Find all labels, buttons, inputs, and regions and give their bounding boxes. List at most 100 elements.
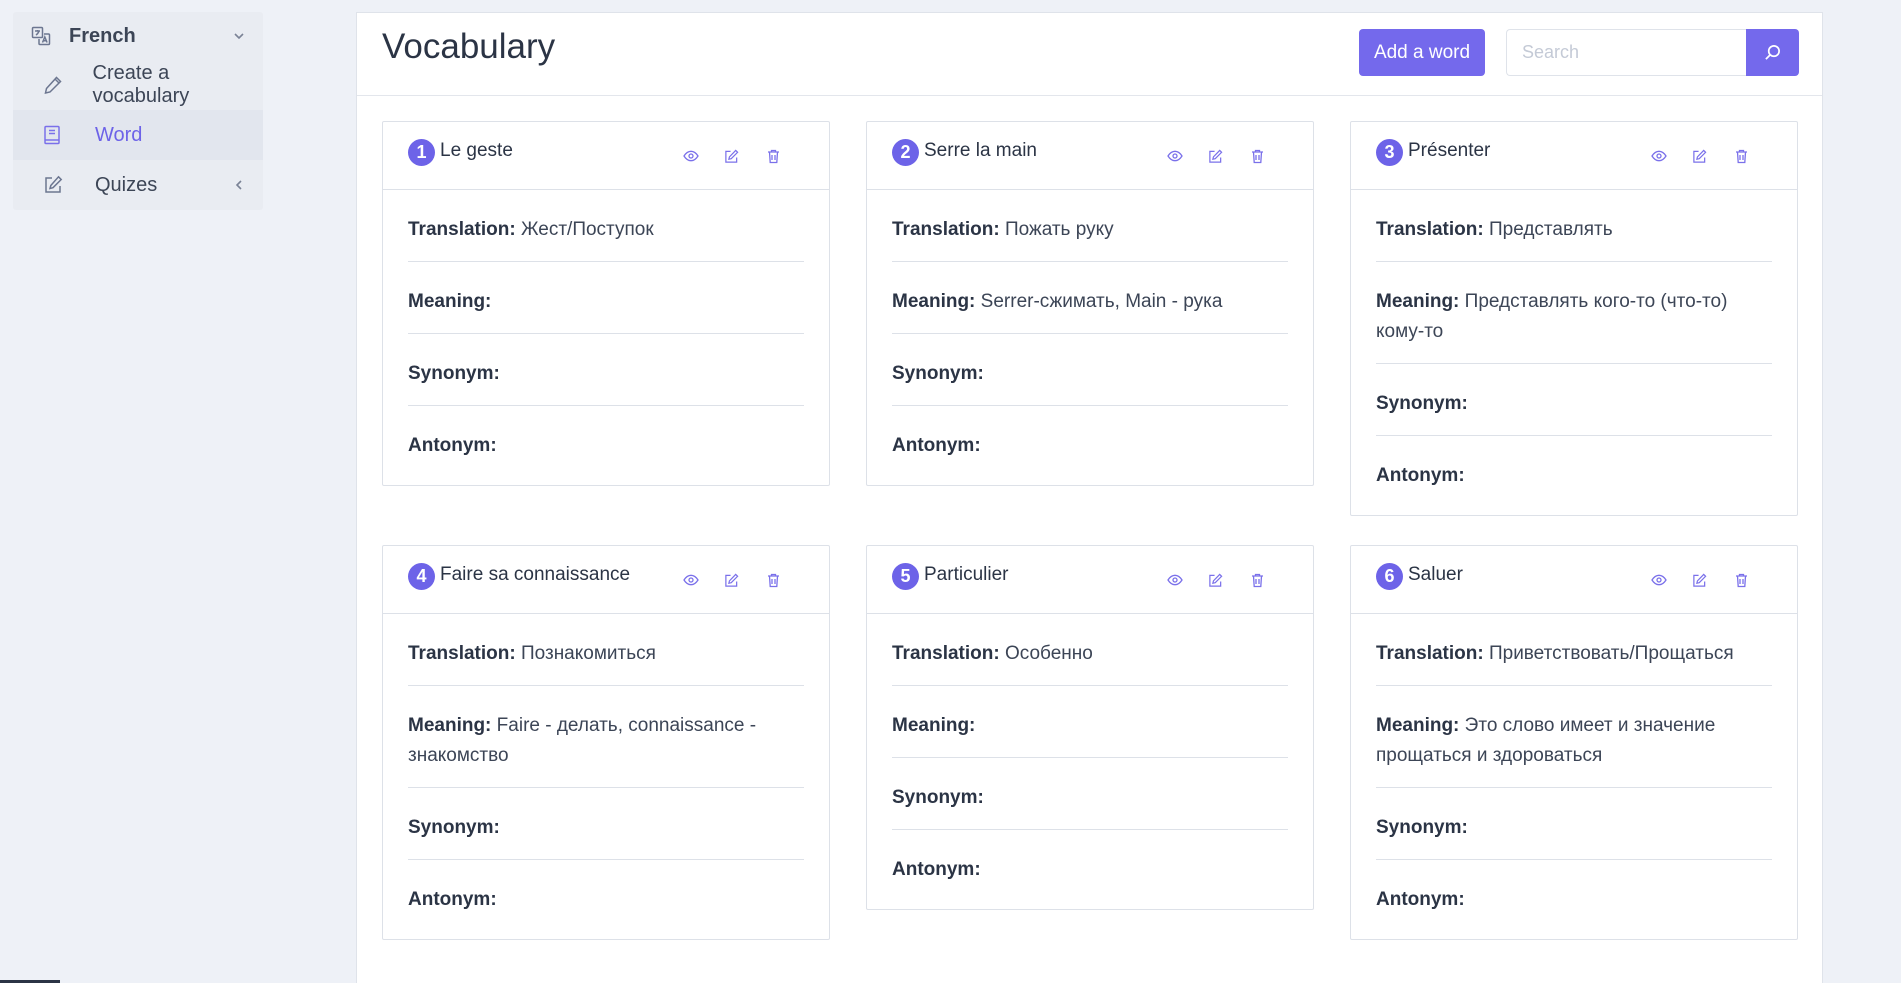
search-icon: [1764, 44, 1781, 61]
meaning-field: Meaning: Serrer-сжимать, Main - рука: [892, 262, 1288, 334]
sidebar-item-create-vocabulary[interactable]: Create a vocabulary: [13, 60, 263, 110]
word-card: 1 Le geste Translation: Жест/Поступок Me…: [382, 121, 830, 486]
chevron-left-icon: [233, 179, 245, 191]
sidebar-item-quizes[interactable]: Quizes: [13, 160, 263, 210]
edit-icon[interactable]: [1194, 570, 1236, 590]
translation-value: Приветствовать/Прощаться: [1488, 643, 1734, 664]
field-label: Synonym:: [892, 363, 984, 384]
antonym-field: Antonym:: [408, 860, 804, 939]
synonym-field: Synonym:: [892, 334, 1288, 406]
sidebar-language-french[interactable]: French: [13, 12, 263, 60]
field-label: Antonym:: [408, 435, 497, 456]
field-label: Synonym:: [408, 817, 500, 838]
search-input[interactable]: [1506, 29, 1747, 76]
trash-icon[interactable]: [1236, 146, 1278, 166]
word-card: 5 Particulier Translation: Особенно Mean…: [866, 545, 1314, 910]
field-label: Translation:: [408, 219, 516, 240]
word-number-badge: 4: [408, 563, 435, 590]
synonym-field: Synonym:: [408, 334, 804, 406]
card-actions: [1640, 570, 1762, 590]
edit-icon[interactable]: [1194, 146, 1236, 166]
card-actions: [1156, 146, 1278, 166]
translation-field: Translation: Представлять: [1376, 190, 1772, 262]
field-label: Meaning:: [408, 715, 492, 736]
word-card-body: Translation: Жест/Поступок Meaning: Syno…: [383, 190, 829, 485]
field-label: Antonym:: [1376, 465, 1465, 486]
card-actions: [672, 146, 794, 166]
translate-icon: [31, 26, 69, 46]
synonym-field: Synonym:: [408, 788, 804, 860]
eye-icon[interactable]: [672, 146, 710, 166]
translation-value: Познакомиться: [520, 643, 656, 664]
word-title: Faire sa connaissance: [440, 564, 631, 585]
translation-field: Translation: Пожать руку: [892, 190, 1288, 262]
field-label: Translation:: [1376, 219, 1484, 240]
synonym-field: Synonym:: [1376, 788, 1772, 860]
word-card-header: 6 Saluer: [1351, 546, 1797, 614]
antonym-field: Antonym:: [892, 406, 1288, 485]
edit-icon[interactable]: [710, 146, 752, 166]
eye-icon[interactable]: [1640, 570, 1678, 590]
word-card: 2 Serre la main Translation: Пожать руку…: [866, 121, 1314, 486]
eye-icon[interactable]: [1156, 570, 1194, 590]
card-actions: [1640, 146, 1762, 166]
field-label: Meaning:: [1376, 715, 1460, 736]
page-title: Vocabulary: [382, 27, 556, 66]
antonym-field: Antonym:: [408, 406, 804, 485]
eye-icon[interactable]: [672, 570, 710, 590]
sidebar: French Create a vocabulary Word Quizes: [13, 12, 263, 210]
word-card: 6 Saluer Translation: Приветствовать/Про…: [1350, 545, 1798, 940]
word-card-body: Translation: Познакомиться Meaning: Fair…: [383, 614, 829, 939]
trash-icon[interactable]: [752, 146, 794, 166]
field-label: Antonym:: [1376, 889, 1465, 910]
word-title: Présenter: [1408, 140, 1491, 161]
sidebar-item-word[interactable]: Word: [13, 110, 263, 160]
sidebar-language-label: French: [69, 24, 136, 47]
word-card-body: Translation: Пожать руку Meaning: Serrer…: [867, 190, 1313, 485]
word-card-header: 3 Présenter: [1351, 122, 1797, 190]
chevron-down-icon: [233, 30, 245, 42]
pencil-icon: [43, 75, 93, 95]
meaning-field: Meaning:: [892, 686, 1288, 758]
translation-field: Translation: Познакомиться: [408, 614, 804, 686]
edit-icon[interactable]: [1678, 570, 1720, 590]
synonym-field: Synonym:: [1376, 364, 1772, 436]
word-card-header: 5 Particulier: [867, 546, 1313, 614]
field-label: Meaning:: [892, 291, 976, 312]
word-title: Particulier: [924, 564, 1009, 585]
word-card-body: Translation: Особенно Meaning: Synonym: …: [867, 614, 1313, 909]
field-label: Meaning:: [1376, 291, 1460, 312]
book-icon: [43, 125, 95, 145]
field-label: Synonym:: [892, 787, 984, 808]
antonym-field: Antonym:: [1376, 436, 1772, 515]
field-label: Translation:: [408, 643, 516, 664]
translation-value: Представлять: [1488, 219, 1613, 240]
word-card-header: 4 Faire sa connaissance: [383, 546, 829, 614]
edit-icon[interactable]: [710, 570, 752, 590]
eye-icon[interactable]: [1156, 146, 1194, 166]
add-word-button[interactable]: Add a word: [1359, 29, 1485, 76]
field-label: Translation:: [892, 219, 1000, 240]
word-title: Saluer: [1408, 564, 1463, 585]
trash-icon[interactable]: [1720, 570, 1762, 590]
sidebar-item-label: Create a vocabulary: [92, 62, 190, 107]
field-label: Translation:: [1376, 643, 1484, 664]
field-label: Meaning:: [892, 715, 976, 736]
eye-icon[interactable]: [1640, 146, 1678, 166]
field-label: Synonym:: [408, 363, 500, 384]
word-card-body: Translation: Приветствовать/Прощаться Me…: [1351, 614, 1797, 939]
field-label: Antonym:: [408, 889, 497, 910]
field-label: Translation:: [892, 643, 1000, 664]
page-header: Vocabulary Add a word: [357, 13, 1822, 96]
trash-icon[interactable]: [1720, 146, 1762, 166]
antonym-field: Antonym:: [1376, 860, 1772, 939]
trash-icon[interactable]: [1236, 570, 1278, 590]
sidebar-item-label: Word: [95, 123, 143, 146]
translation-field: Translation: Приветствовать/Прощаться: [1376, 614, 1772, 686]
field-label: Synonym:: [1376, 393, 1468, 414]
edit-icon[interactable]: [1678, 146, 1720, 166]
meaning-field: Meaning: Представлять кого-то (что-то) к…: [1376, 262, 1772, 364]
search-button[interactable]: [1746, 29, 1799, 76]
word-card: 3 Présenter Translation: Представлять Me…: [1350, 121, 1798, 516]
trash-icon[interactable]: [752, 570, 794, 590]
